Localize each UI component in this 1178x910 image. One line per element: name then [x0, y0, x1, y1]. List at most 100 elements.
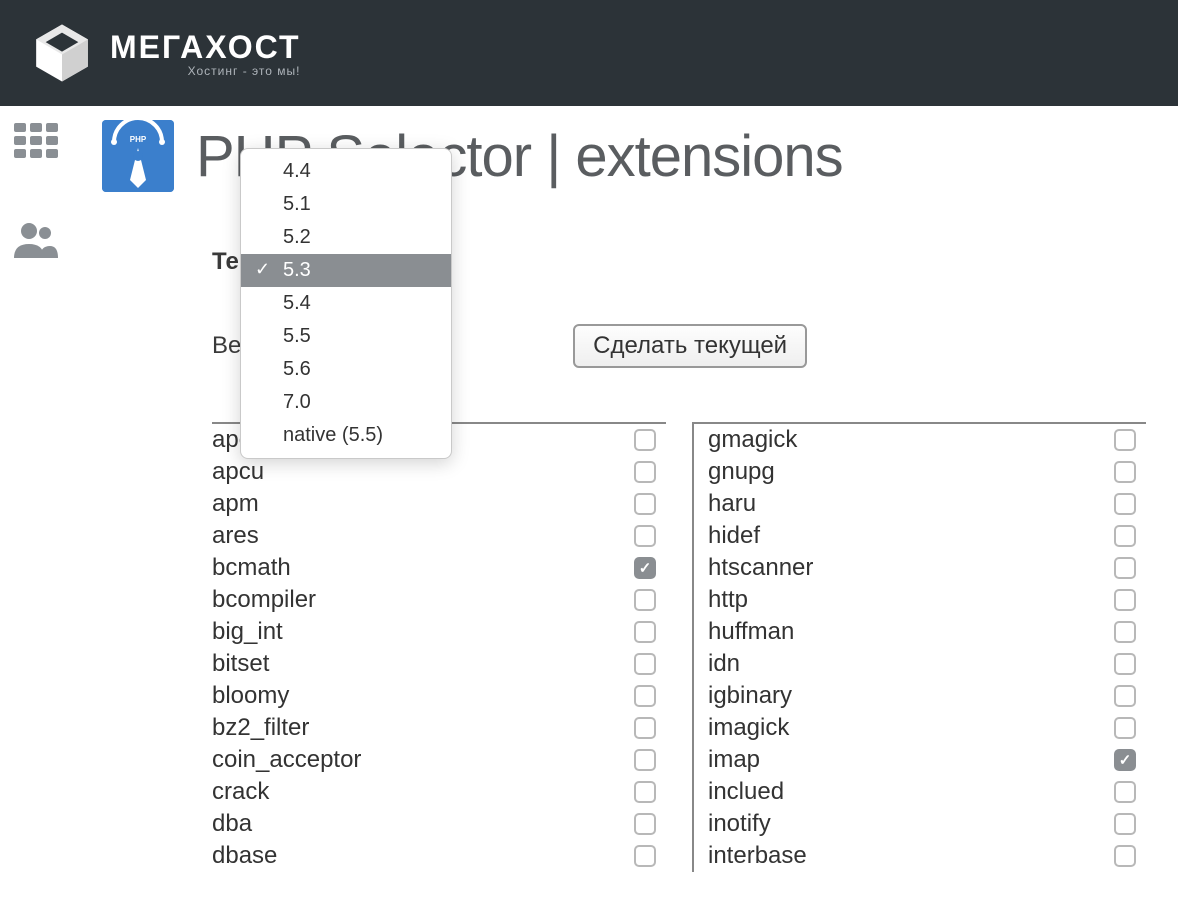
extension-row: bcmath — [212, 552, 666, 584]
extension-row: coin_acceptor — [212, 744, 666, 776]
make-current-button[interactable]: Сделать текущей — [573, 324, 807, 368]
extension-row: http — [694, 584, 1146, 616]
extension-checkbox-htscanner[interactable] — [1114, 557, 1136, 579]
extension-name: haru — [708, 490, 756, 518]
extension-checkbox-apcu[interactable] — [634, 461, 656, 483]
extension-name: apcu — [212, 458, 264, 486]
extension-name: bcompiler — [212, 586, 316, 614]
extension-name: http — [708, 586, 748, 614]
grid-icon — [14, 123, 58, 158]
extension-row: idn — [694, 648, 1146, 680]
extension-checkbox-imap[interactable] — [1114, 749, 1136, 771]
extension-checkbox-haru[interactable] — [1114, 493, 1136, 515]
extension-checkbox-gnupg[interactable] — [1114, 461, 1136, 483]
extension-checkbox-igbinary[interactable] — [1114, 685, 1136, 707]
extension-name: idn — [708, 650, 740, 678]
version-option-53[interactable]: 5.3 — [241, 254, 451, 287]
svg-text:PHP: PHP — [130, 135, 147, 144]
version-option-native55[interactable]: native (5.5) — [241, 419, 451, 452]
extension-row: igbinary — [694, 680, 1146, 712]
extension-checkbox-interbase[interactable] — [1114, 845, 1136, 867]
extension-row: dbase — [212, 840, 666, 872]
extension-checkbox-ares[interactable] — [634, 525, 656, 547]
extension-checkbox-idn[interactable] — [1114, 653, 1136, 675]
extension-name: big_int — [212, 618, 283, 646]
extension-name: gnupg — [708, 458, 775, 486]
version-option-56[interactable]: 5.6 — [241, 353, 451, 386]
apps-grid-button[interactable] — [10, 120, 62, 160]
version-option-54[interactable]: 5.4 — [241, 287, 451, 320]
extension-row: inotify — [694, 808, 1146, 840]
extension-row: interbase — [694, 840, 1146, 872]
extension-name: hidef — [708, 522, 760, 550]
extension-row: crack — [212, 776, 666, 808]
extension-name: coin_acceptor — [212, 746, 361, 774]
content-area: PHP PHP Selector | extensions Текущая ве… — [72, 106, 1178, 872]
users-button[interactable] — [10, 220, 62, 260]
extension-checkbox-dbase[interactable] — [634, 845, 656, 867]
extension-checkbox-http[interactable] — [1114, 589, 1136, 611]
extension-row: apcu — [212, 456, 666, 488]
extension-name: inclued — [708, 778, 784, 806]
hexagon-logo-icon — [28, 19, 96, 87]
version-option-44[interactable]: 4.4 — [241, 155, 451, 188]
extension-name: inotify — [708, 810, 771, 838]
extension-name: bloomy — [212, 682, 289, 710]
extension-checkbox-bloomy[interactable] — [634, 685, 656, 707]
extension-row: imap — [694, 744, 1146, 776]
extension-checkbox-bz2_filter[interactable] — [634, 717, 656, 739]
extension-checkbox-gmagick[interactable] — [1114, 429, 1136, 451]
extension-checkbox-crack[interactable] — [634, 781, 656, 803]
brand-name: МЕГАХОСТ — [110, 29, 301, 66]
extension-row: hidef — [694, 520, 1146, 552]
extension-name: crack — [212, 778, 269, 806]
php-selector-icon: PHP — [102, 120, 174, 192]
extension-checkbox-coin_acceptor[interactable] — [634, 749, 656, 771]
extension-row: bitset — [212, 648, 666, 680]
extension-name: htscanner — [708, 554, 813, 582]
extension-row: dba — [212, 808, 666, 840]
extension-row: htscanner — [694, 552, 1146, 584]
extension-checkbox-big_int[interactable] — [634, 621, 656, 643]
extension-name: dbase — [212, 842, 277, 870]
extension-row: imagick — [694, 712, 1146, 744]
extension-name: interbase — [708, 842, 807, 870]
extension-checkbox-apm[interactable] — [634, 493, 656, 515]
extension-row: apm — [212, 488, 666, 520]
extension-name: huffman — [708, 618, 794, 646]
extension-checkbox-huffman[interactable] — [1114, 621, 1136, 643]
extension-name: ares — [212, 522, 259, 550]
extension-name: gmagick — [708, 426, 797, 454]
extension-checkbox-inclued[interactable] — [1114, 781, 1136, 803]
sidebar — [0, 106, 72, 872]
extension-checkbox-bcmath[interactable] — [634, 557, 656, 579]
extension-name: bcmath — [212, 554, 291, 582]
extension-row: inclued — [694, 776, 1146, 808]
version-option-52[interactable]: 5.2 — [241, 221, 451, 254]
version-dropdown[interactable]: 4.45.15.25.35.45.55.67.0native (5.5) — [240, 148, 452, 459]
brand-tagline: Хостинг - это мы! — [110, 64, 301, 78]
extension-checkbox-apc[interactable] — [634, 429, 656, 451]
extension-row: gnupg — [694, 456, 1146, 488]
extension-row: bz2_filter — [212, 712, 666, 744]
extension-name: dba — [212, 810, 252, 838]
extension-checkbox-hidef[interactable] — [1114, 525, 1136, 547]
extension-checkbox-imagick[interactable] — [1114, 717, 1136, 739]
users-icon — [12, 220, 60, 260]
extension-checkbox-dba[interactable] — [634, 813, 656, 835]
extension-row: bloomy — [212, 680, 666, 712]
extension-name: apm — [212, 490, 259, 518]
extension-name: imap — [708, 746, 760, 774]
extension-checkbox-bcompiler[interactable] — [634, 589, 656, 611]
version-option-51[interactable]: 5.1 — [241, 188, 451, 221]
version-option-70[interactable]: 7.0 — [241, 386, 451, 419]
extensions-column-2: gmagick gnupg haru hidef htscanner http huffma… — [692, 422, 1146, 872]
extensions-column-1: apcapcuapmaresbcmathbcompilerbig_intbits… — [212, 422, 666, 872]
extension-checkbox-bitset[interactable] — [634, 653, 656, 675]
extension-name: imagick — [708, 714, 789, 742]
extension-row: ares — [212, 520, 666, 552]
extension-row: big_int — [212, 616, 666, 648]
version-option-55[interactable]: 5.5 — [241, 320, 451, 353]
extension-row: gmagick — [694, 424, 1146, 456]
extension-checkbox-inotify[interactable] — [1114, 813, 1136, 835]
